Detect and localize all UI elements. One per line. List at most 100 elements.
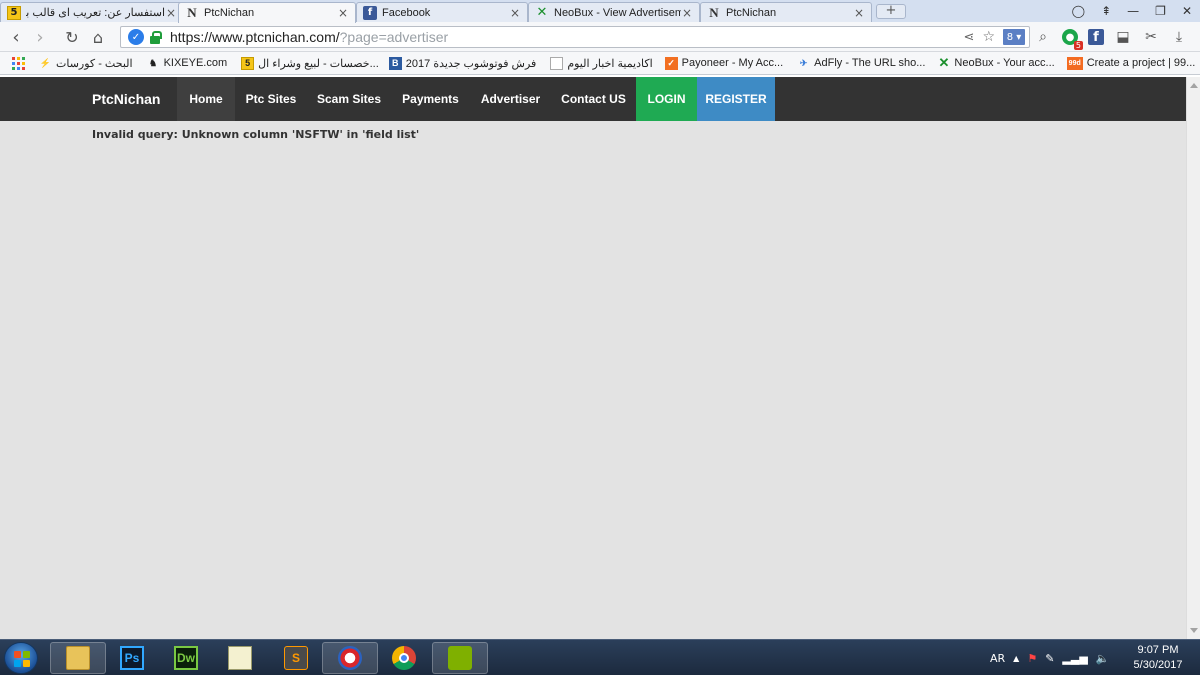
five-icon: 5 bbox=[7, 5, 21, 20]
restore-icon[interactable]: ❐ bbox=[1155, 4, 1166, 18]
taskbar-sublime-text[interactable]: S bbox=[268, 642, 324, 674]
tray-expand-icon[interactable]: ▲ bbox=[1013, 654, 1019, 663]
bookmark-5[interactable]: اكاديمية اخبار اليوم bbox=[550, 54, 653, 72]
pin-icon[interactable]: ⇞ bbox=[1101, 4, 1111, 18]
nav-payments[interactable]: Payments bbox=[391, 77, 470, 121]
bookmark-3[interactable]: 5 خصسات - لبيع وشراء ال... bbox=[241, 54, 379, 72]
tab-close-icon[interactable]: × bbox=[681, 6, 693, 20]
tab-title: استفسار عن: تعريب اى قالب بل... bbox=[26, 7, 165, 19]
bookmark-label: البحث - كورسات bbox=[56, 57, 133, 70]
bookmark-label: Payoneer - My Acc... bbox=[681, 57, 784, 69]
chrome-center bbox=[399, 653, 409, 663]
download-icon[interactable]: ⤓ bbox=[1170, 28, 1188, 46]
taskbar-app-green[interactable] bbox=[432, 642, 488, 674]
scissors-icon[interactable]: ✂ bbox=[1142, 28, 1160, 46]
login-button[interactable]: LOGIN bbox=[636, 77, 697, 121]
nav-home[interactable]: Home bbox=[177, 77, 235, 121]
taskbar-app-swirl[interactable] bbox=[322, 642, 378, 674]
facebook-icon[interactable]: f bbox=[1088, 29, 1104, 45]
volume-icon[interactable]: 🔈 bbox=[1096, 652, 1110, 665]
forward-icon[interactable]: › bbox=[30, 27, 50, 48]
tab-close-icon[interactable]: × bbox=[165, 6, 177, 20]
signal-icon[interactable]: ▂▃▅ bbox=[1062, 652, 1087, 665]
kixeye-icon: ♞ bbox=[149, 57, 158, 68]
speech-bubble-icon[interactable]: ◯ bbox=[1072, 4, 1085, 18]
taskbar-notepad-plus-plus[interactable] bbox=[212, 642, 268, 674]
scroll-down-icon[interactable] bbox=[1190, 628, 1198, 633]
99designs-icon: 99d bbox=[1066, 56, 1083, 70]
taskbar-file-explorer[interactable] bbox=[50, 642, 106, 674]
tab-close-icon[interactable]: × bbox=[337, 6, 349, 20]
bookmark-label: NeoBux - Your acc... bbox=[954, 57, 1055, 69]
search-engine-selector[interactable]: 8 ▾ bbox=[1003, 29, 1025, 45]
tab-3[interactable]: f Facebook × bbox=[356, 2, 528, 22]
five-icon: 5 bbox=[241, 56, 255, 70]
swirl-app-icon bbox=[338, 646, 362, 670]
nav-advertiser[interactable]: Advertiser bbox=[470, 77, 551, 121]
bookmark-1[interactable]: ⚡ البحث - كورسات bbox=[39, 54, 133, 72]
taskbar-chrome[interactable] bbox=[376, 642, 432, 674]
system-clock[interactable]: 9:07 PM 5/30/2017 bbox=[1128, 643, 1188, 673]
tab-title: PtcNichan bbox=[204, 7, 255, 19]
blogger-icon: B bbox=[388, 56, 402, 70]
close-icon[interactable]: ✕ bbox=[1182, 4, 1192, 18]
extension-green-icon[interactable]: ● 5 bbox=[1062, 29, 1083, 50]
bookmark-label: Create a project | 99... bbox=[1086, 57, 1196, 69]
new-tab-button[interactable]: + bbox=[876, 4, 906, 19]
browser-toolbar: ‹ › ↻ ⌂ ✓ https://www.ptcnichan.com/ ?pa… bbox=[0, 22, 1200, 52]
bookmark-4[interactable]: B فرش فوتوشوب جديدة 2017 bbox=[388, 54, 536, 72]
tab-close-icon[interactable]: × bbox=[853, 6, 865, 20]
nav-scam-sites[interactable]: Scam Sites bbox=[307, 77, 391, 121]
share-icon[interactable]: ⋖ bbox=[964, 30, 975, 45]
site-brand[interactable]: PtcNichan bbox=[92, 77, 160, 121]
tab-2-active[interactable]: N PtcNichan × bbox=[178, 2, 356, 23]
payoneer-icon: ✓ bbox=[664, 56, 678, 70]
vertical-scrollbar[interactable] bbox=[1186, 77, 1200, 639]
home-icon[interactable]: ⌂ bbox=[88, 27, 108, 47]
bookmark-label: KIXEYE.com bbox=[163, 57, 228, 69]
clock-time: 9:07 PM bbox=[1137, 644, 1179, 656]
star-icon[interactable]: ☆ bbox=[982, 29, 995, 45]
green-app-icon bbox=[448, 646, 472, 670]
tab-5[interactable]: N PtcNichan × bbox=[700, 2, 872, 22]
tray-app-icon[interactable]: ✎ bbox=[1045, 652, 1054, 665]
bookmark-6[interactable]: ✓ Payoneer - My Acc... bbox=[664, 54, 784, 72]
nav-contact-us[interactable]: Contact US bbox=[551, 77, 636, 121]
windows-taskbar: Ps Dw S AR ▲ ⚑ ✎ ▂▃▅ 🔈 9:07 PM 5/30/2017 bbox=[0, 639, 1200, 675]
minimize-icon[interactable]: — bbox=[1127, 4, 1139, 18]
scroll-up-icon[interactable] bbox=[1190, 83, 1198, 88]
register-button[interactable]: REGISTER bbox=[697, 77, 775, 121]
extension-badge: 5 bbox=[1073, 41, 1083, 50]
tab-title: Facebook bbox=[382, 6, 431, 19]
url-path: ?page=advertiser bbox=[339, 29, 449, 45]
bookmark-label: AdFly - The URL sho... bbox=[814, 57, 926, 69]
facebook-icon: f bbox=[363, 5, 377, 20]
tab-4[interactable]: ✕ NeoBux - View Advertisem × bbox=[528, 2, 700, 22]
tab-close-icon[interactable]: × bbox=[509, 6, 521, 20]
screen: 5 استفسار عن: تعريب اى قالب بل... × N Pt… bbox=[0, 0, 1200, 675]
bookmarks-bar: ⚡ البحث - كورسات ♞ KIXEYE.com 5 خصسات - … bbox=[0, 52, 1200, 75]
tab-1[interactable]: 5 استفسار عن: تعريب اى قالب بل... × bbox=[0, 2, 184, 22]
reload-icon[interactable]: ↻ bbox=[62, 27, 82, 47]
download-box-icon[interactable]: ⬓ bbox=[1114, 28, 1132, 46]
back-icon[interactable]: ‹ bbox=[6, 27, 26, 48]
taskbar-photoshop[interactable]: Ps bbox=[104, 642, 160, 674]
bookmark-2[interactable]: ♞ KIXEYE.com bbox=[147, 54, 228, 72]
omnibox-actions: ⋖ ☆ 8 ▾ bbox=[964, 29, 1025, 45]
address-bar[interactable]: ✓ https://www.ptcnichan.com/ ?page=adver… bbox=[120, 26, 1030, 48]
bookmark-8[interactable]: ✕ NeoBux - Your acc... bbox=[937, 54, 1054, 72]
language-indicator[interactable]: AR bbox=[990, 652, 1005, 665]
bookmark-lightning-icon: ⚡ bbox=[39, 57, 52, 68]
apps-icon[interactable] bbox=[12, 56, 25, 70]
n-icon: N bbox=[187, 5, 197, 20]
bookmark-9[interactable]: 99d Create a project | 99... bbox=[1066, 54, 1196, 72]
start-button[interactable] bbox=[4, 642, 38, 674]
page-content: PtcNichan Home Ptc Sites Scam Sites Paym… bbox=[0, 77, 1186, 639]
taskbar-dreamweaver[interactable]: Dw bbox=[158, 642, 214, 674]
neobux-icon: ✕ bbox=[938, 55, 950, 70]
action-center-icon[interactable]: ⚑ bbox=[1027, 652, 1037, 665]
sublime-text-icon: S bbox=[284, 646, 308, 670]
nav-ptc-sites[interactable]: Ptc Sites bbox=[235, 77, 307, 121]
search-icon[interactable]: ⌕ bbox=[1034, 28, 1052, 46]
bookmark-7[interactable]: ✈ AdFly - The URL sho... bbox=[797, 54, 926, 72]
